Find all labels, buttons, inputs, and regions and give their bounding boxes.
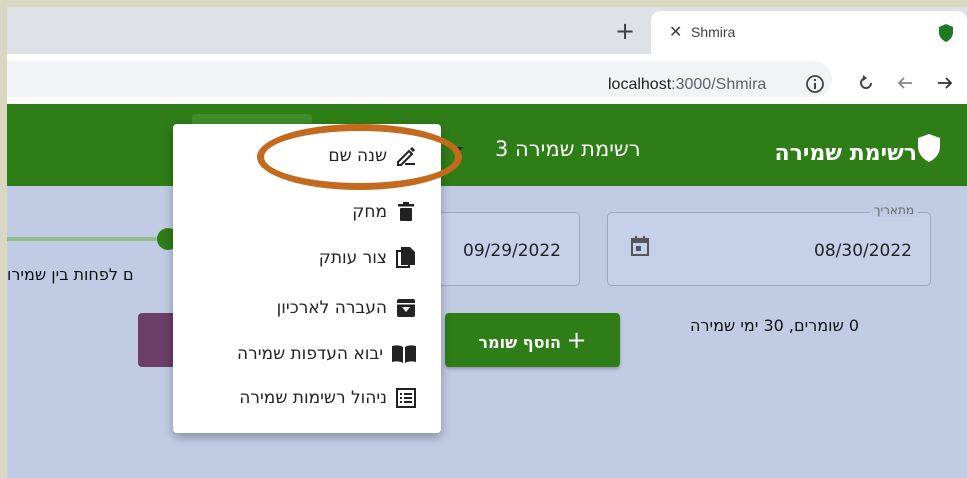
menu-item-label: מחק bbox=[352, 202, 387, 222]
menu-item-manage[interactable]: ניהול רשימות שמירה bbox=[239, 378, 417, 418]
highlight-annotation bbox=[257, 124, 462, 190]
info-icon[interactable] bbox=[805, 74, 825, 94]
menu-item-copy[interactable]: צור עותק bbox=[319, 238, 417, 278]
tab-title: Shmira bbox=[691, 24, 736, 40]
from-date-value: 08/30/2022 bbox=[814, 241, 912, 261]
app-title: רשימת שמירה bbox=[774, 141, 917, 166]
url-text[interactable]: localhost:3000/Shmira bbox=[608, 76, 766, 94]
menu-item-archive[interactable]: העברה לארכיון bbox=[277, 288, 417, 328]
add-guard-button[interactable]: + הוסף שומר bbox=[445, 313, 620, 367]
shield-favicon-icon bbox=[939, 24, 953, 42]
menu-item-label: העברה לארכיון bbox=[276, 298, 387, 318]
from-date-field[interactable]: מתאריך 08/30/2022 bbox=[607, 203, 931, 286]
back-arrow-icon[interactable] bbox=[895, 73, 915, 93]
plus-icon: + bbox=[566, 326, 587, 354]
menu-item-label: ניהול רשימות שמירה bbox=[239, 388, 387, 408]
url-path: :3000/Shmira bbox=[671, 76, 767, 93]
calendar-icon[interactable] bbox=[630, 235, 650, 257]
list-icon bbox=[396, 388, 416, 408]
archive-icon bbox=[397, 299, 415, 317]
address-bar: localhost:3000/Shmira bbox=[7, 54, 967, 104]
tab-strip: + ✕ Shmira bbox=[7, 7, 967, 54]
slider-track[interactable] bbox=[7, 237, 172, 241]
summary-text: 0 שומרים, 30 ימי שמירה bbox=[690, 316, 860, 335]
reload-icon[interactable] bbox=[856, 73, 876, 93]
to-date-value: 09/29/2022 bbox=[463, 241, 561, 261]
app-header: רשימת שמירה bbox=[7, 104, 967, 186]
shield-icon bbox=[918, 134, 940, 162]
add-guard-label: הוסף שומר bbox=[478, 333, 561, 352]
list-selector[interactable]: רשימת שמירה 3 bbox=[495, 137, 641, 161]
to-date-field[interactable]: 09/29/2022 bbox=[427, 212, 580, 286]
book-icon bbox=[392, 345, 416, 363]
slider-label: ם לפחות בין שמירו bbox=[7, 265, 134, 284]
close-tab-icon[interactable]: ✕ bbox=[669, 22, 682, 41]
browser-window: + ✕ Shmira localhost:3000/Shmira רשימת ש… bbox=[7, 7, 967, 478]
new-tab-icon[interactable]: + bbox=[612, 19, 638, 45]
menu-item-label: יבוא העדפות שמירה bbox=[237, 344, 383, 364]
copy-icon bbox=[396, 247, 415, 268]
menu-item-label: צור עותק bbox=[318, 248, 387, 268]
browser-tab[interactable]: ✕ Shmira bbox=[651, 11, 967, 54]
menu-item-delete[interactable]: מחק bbox=[352, 192, 417, 232]
forward-arrow-icon[interactable] bbox=[935, 73, 955, 93]
menu-item-import[interactable]: יבוא העדפות שמירה bbox=[237, 334, 417, 374]
from-date-label: מתאריך bbox=[870, 203, 918, 217]
url-host: localhost bbox=[608, 76, 672, 93]
trash-icon bbox=[398, 202, 414, 221]
